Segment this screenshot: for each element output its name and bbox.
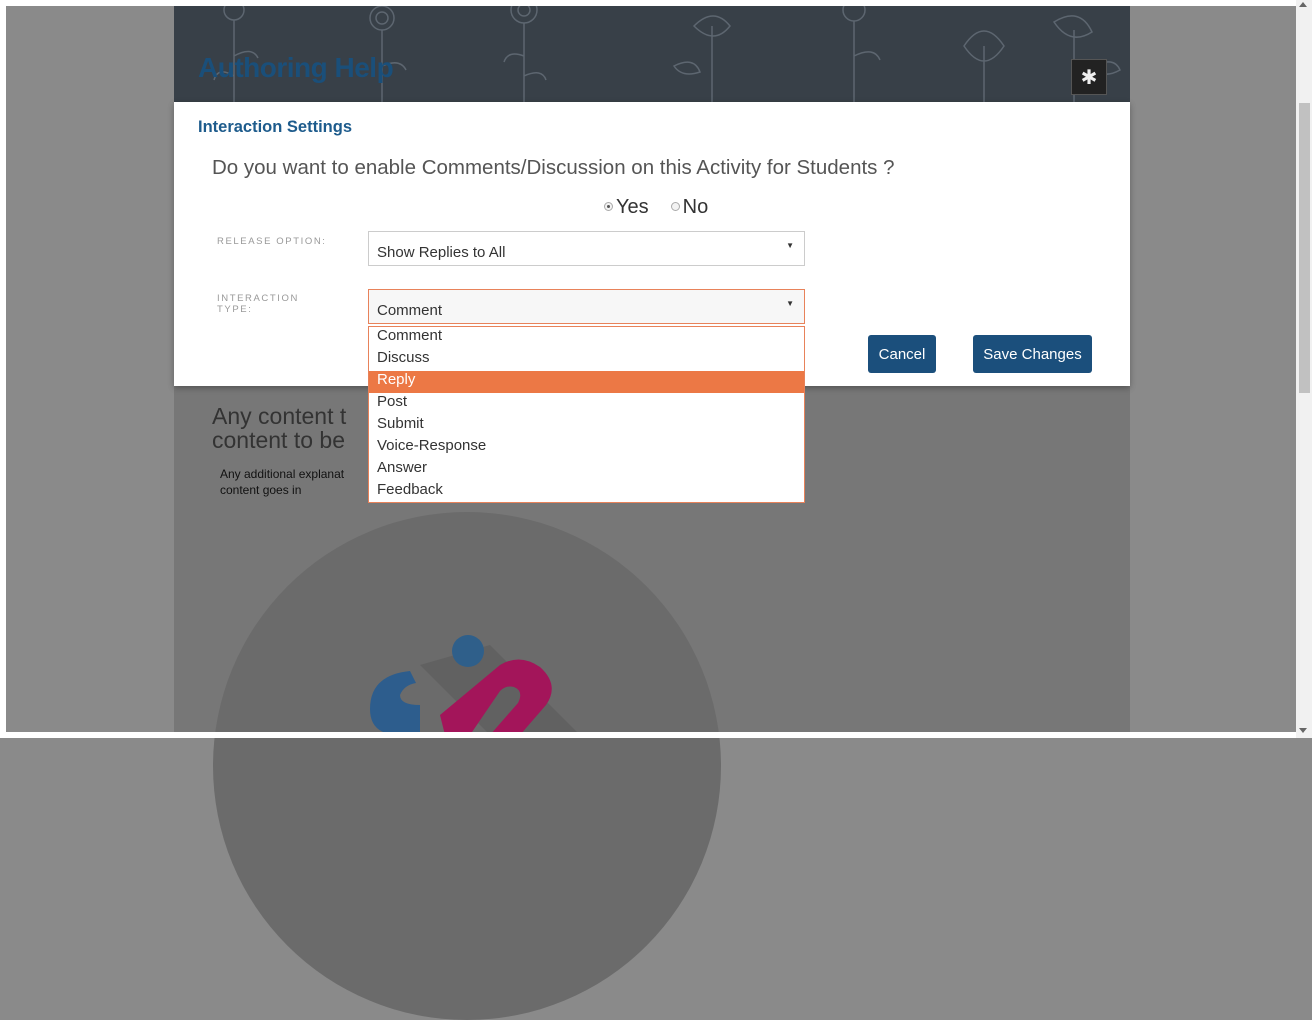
- cancel-button[interactable]: Cancel: [868, 335, 936, 373]
- option-discuss[interactable]: Discuss: [369, 349, 804, 371]
- content-heading: Any content t content to be: [212, 404, 346, 452]
- modal-title: Interaction Settings: [198, 118, 353, 136]
- window-left-edge: [0, 0, 6, 738]
- release-option-value: Show Replies to All: [377, 244, 506, 261]
- release-option-label: RELEASE OPTION:: [217, 236, 327, 247]
- enable-comments-radio-group: Yes No: [604, 196, 730, 219]
- no-radio[interactable]: [670, 202, 680, 211]
- option-answer[interactable]: Answer: [369, 459, 804, 481]
- option-feedback[interactable]: Feedback: [369, 481, 804, 503]
- yes-radio[interactable]: [604, 202, 613, 211]
- window-bottom-edge: [0, 732, 1312, 738]
- interaction-type-label-line2: TYPE:: [217, 304, 253, 315]
- interaction-type-select[interactable]: Comment ▼: [368, 289, 805, 324]
- interaction-type-label-line1: INTERACTION: [217, 293, 299, 304]
- interaction-type-label: INTERACTION TYPE:: [217, 293, 327, 315]
- scroll-down-arrow-icon[interactable]: [1299, 728, 1307, 733]
- content-subtext-line2: content goes in: [220, 483, 302, 497]
- content-subtext: Any additional explanat content goes in: [220, 466, 344, 498]
- option-voice-response[interactable]: Voice-Response: [369, 437, 804, 459]
- yes-radio-label[interactable]: Yes: [616, 196, 649, 219]
- content-subtext-line1: Any additional explanat: [220, 467, 345, 481]
- caret-down-icon: ▼: [786, 299, 794, 308]
- caret-down-icon: ▼: [786, 241, 794, 250]
- banner-title: Authoring Help: [198, 52, 394, 83]
- enable-comments-question: Do you want to enable Comments/Discussio…: [212, 156, 895, 179]
- content-heading-line2: content to be: [212, 427, 345, 453]
- interaction-type-value: Comment: [377, 302, 443, 319]
- scroll-up-arrow-icon[interactable]: [1299, 2, 1307, 7]
- option-comment[interactable]: Comment: [369, 327, 804, 349]
- banner: Authoring Help: [174, 6, 1130, 102]
- interaction-type-options: Comment Discuss Reply Post Submit Voice-…: [368, 326, 805, 503]
- no-radio-label[interactable]: No: [683, 196, 709, 219]
- brand-logo-icon: [370, 635, 580, 735]
- content-heading-line1: Any content t: [212, 403, 347, 429]
- option-reply[interactable]: Reply: [369, 371, 804, 393]
- gear-icon: ✱: [1080, 65, 1098, 89]
- release-option-select[interactable]: Show Replies to All ▼: [368, 231, 805, 266]
- option-submit[interactable]: Submit: [369, 415, 804, 437]
- option-post[interactable]: Post: [369, 393, 804, 415]
- settings-gear-button[interactable]: ✱: [1071, 59, 1107, 95]
- content-image-circle: [213, 512, 721, 1020]
- save-changes-button[interactable]: Save Changes: [973, 335, 1092, 373]
- scrollbar-thumb[interactable]: [1299, 103, 1310, 393]
